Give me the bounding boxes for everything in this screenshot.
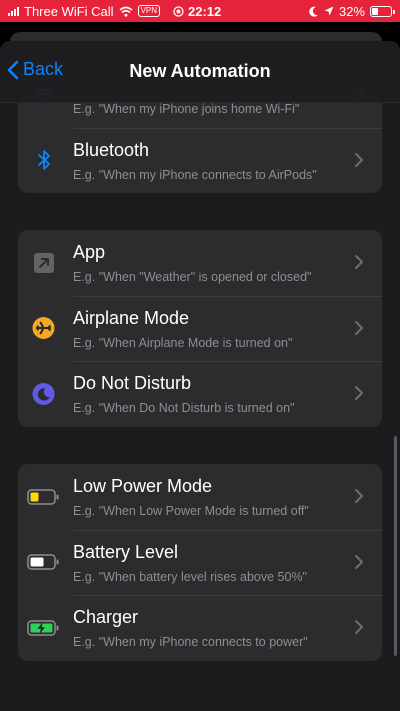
screen-record-icon: [173, 5, 184, 17]
trigger-title: Bluetooth: [73, 139, 150, 160]
battery-low-power-icon: [26, 485, 60, 508]
trigger-row-do-not-disturb[interactable]: Do Not Disturb E.g. "When Do Not Disturb…: [18, 361, 382, 427]
trigger-group-power: Low Power Mode E.g. "When Low Power Mode…: [18, 464, 382, 661]
bluetooth-icon: [32, 149, 55, 172]
trigger-title: Airplane Mode: [73, 307, 190, 328]
signal-icon: [8, 6, 19, 16]
automation-sheet: Back New Automation E.g. "When my iPhone…: [0, 41, 400, 711]
battery-charging-icon: [26, 616, 60, 639]
chevron-right-icon: [355, 489, 363, 503]
moon-icon: [32, 382, 55, 405]
trigger-title: Do Not Disturb: [73, 373, 192, 393]
trigger-title: Low Power Mode: [73, 476, 213, 496]
status-center: 22:12: [173, 4, 221, 19]
trigger-row-app[interactable]: App E.g. "When "Weather" is opened or cl…: [18, 230, 382, 296]
app-arrow-icon: [32, 251, 55, 274]
carrier-label: Three WiFi Call: [24, 3, 114, 19]
trigger-row-charger[interactable]: Charger E.g. "When my iPhone connects to…: [18, 595, 382, 661]
status-bar: Three WiFi Call VPN 22:12 32%: [0, 0, 400, 22]
chevron-right-icon: [355, 554, 363, 569]
trigger-row-bluetooth[interactable]: Bluetooth E.g. "When my iPhone connects …: [18, 127, 382, 194]
trigger-title: App: [73, 242, 106, 262]
trigger-row-low-power-mode[interactable]: Low Power Mode E.g. "When Low Power Mode…: [18, 464, 382, 530]
battery-percent: 32%: [338, 3, 365, 19]
location-arrow-icon: [324, 6, 334, 16]
moon-status-icon: [309, 6, 318, 17]
trigger-group-apps-modes: App E.g. "When "Weather" is opened or cl…: [18, 230, 382, 427]
trigger-subtitle: E.g. "When my iPhone connects to AirPods…: [73, 167, 317, 182]
chevron-right-icon: [355, 620, 363, 634]
status-right: 32%: [309, 3, 395, 19]
scrollbar[interactable]: [394, 436, 397, 656]
status-left: Three WiFi Call VPN: [8, 3, 161, 19]
trigger-subtitle: E.g. "When my iPhone joins home Wi-Fi": [73, 102, 300, 116]
trigger-subtitle: E.g. "When Airplane Mode is turned on": [73, 335, 293, 350]
trigger-subtitle: E.g. "When battery level rises above 50%…: [73, 569, 307, 584]
chevron-right-icon: [355, 320, 363, 335]
battery-fill: [372, 7, 378, 15]
status-time: 22:12: [188, 3, 222, 19]
trigger-row-airplane-mode[interactable]: Airplane Mode E.g. "When Airplane Mode i…: [18, 295, 382, 362]
chevron-right-icon: [355, 152, 363, 167]
vpn-badge: VPN: [137, 5, 161, 17]
navigation-bar: Back New Automation: [0, 41, 400, 103]
trigger-title: Battery Level: [73, 541, 179, 562]
page-title: New Automation: [129, 61, 271, 81]
wifi-status-icon: [119, 6, 133, 17]
trigger-subtitle: E.g. "When Low Power Mode is turned off": [73, 504, 309, 518]
chevron-right-icon: [355, 386, 363, 400]
trigger-row-battery-level[interactable]: Battery Level E.g. "When battery level r…: [18, 529, 382, 596]
trigger-subtitle: E.g. "When my iPhone connects to power": [73, 635, 308, 649]
trigger-subtitle: E.g. "When Do Not Disturb is turned on": [73, 401, 295, 415]
trigger-title: Charger: [73, 607, 139, 627]
battery-level-icon: [26, 551, 60, 574]
chevron-right-icon: [355, 255, 363, 269]
battery-icon: [370, 5, 395, 17]
trigger-subtitle: E.g. "When "Weather" is opened or closed…: [73, 270, 312, 284]
airplane-icon: [32, 316, 55, 340]
